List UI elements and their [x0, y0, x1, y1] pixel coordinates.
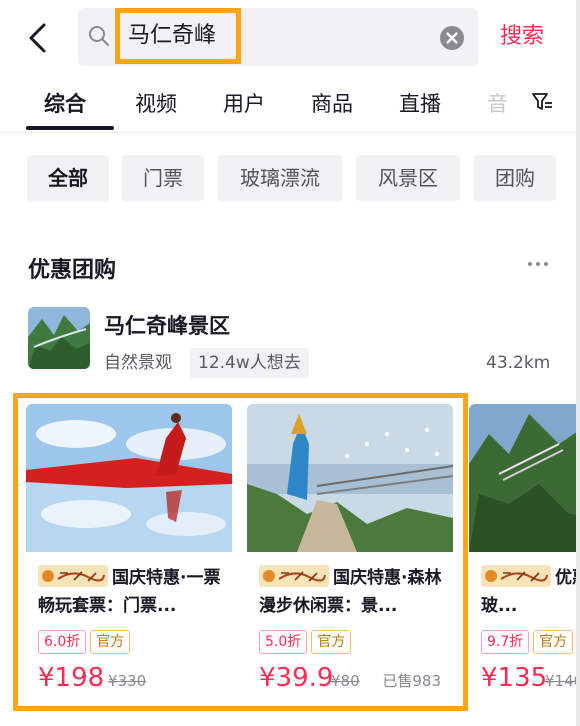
deal-card[interactable]: 优惠门票+双玻... 9.7折官方 ¥135 ¥140 [469, 404, 576, 700]
autumn-promo-badge [481, 565, 551, 587]
discount-tag: 9.7折 [481, 630, 530, 654]
chip-all[interactable]: 全部 [27, 155, 109, 201]
scenic-thumbnail[interactable] [28, 307, 90, 369]
more-icon[interactable] [527, 260, 549, 268]
filter-icon[interactable] [531, 92, 553, 112]
chip-scenic-area[interactable]: 风景区 [356, 155, 460, 201]
search-button[interactable]: 搜索 [500, 22, 544, 52]
section-title: 优惠团购 [28, 258, 117, 283]
tab-products[interactable]: 商品 [311, 90, 353, 118]
cards-highlight-box [13, 393, 468, 711]
scenic-distance: 43.2km [486, 353, 551, 373]
scrollbar[interactable] [576, 0, 580, 726]
chip-tickets[interactable]: 门票 [122, 155, 204, 201]
tab-live[interactable]: 直播 [399, 90, 441, 118]
deal-tags: 9.7折 官方 [481, 630, 576, 654]
tab-comprehensive[interactable]: 综合 [44, 90, 86, 118]
deal-image [469, 404, 576, 552]
active-tab-indicator [26, 126, 114, 130]
tab-videos[interactable]: 视频 [135, 90, 177, 118]
result-tabs: 综合 视频 用户 商品 直播 音 [0, 80, 576, 132]
chip-glass-rafting[interactable]: 玻璃漂流 [218, 155, 342, 201]
scenic-category: 自然景观 [104, 353, 172, 373]
search-icon [89, 26, 109, 46]
search-results-screen: 马仁奇峰 搜索 综合 视频 用户 商品 直播 音 全部 门票 玻璃漂流 风景区 … [0, 0, 576, 726]
clear-icon[interactable] [439, 25, 465, 51]
deal-original-price: ¥140 [545, 672, 576, 690]
chip-group-buy[interactable]: 团购 [474, 155, 556, 201]
scenic-want-count: 12.4w人想去 [190, 348, 309, 378]
deal-price: ¥135 [481, 663, 548, 693]
deal-title-row: 优惠门票+双玻... [481, 564, 576, 620]
back-arrow-icon[interactable] [26, 22, 50, 54]
tab-music[interactable]: 音 [487, 90, 508, 118]
search-query-text: 马仁奇峰 [128, 23, 217, 48]
scenic-name[interactable]: 马仁奇峰景区 [104, 312, 230, 340]
official-tag: 官方 [533, 630, 574, 654]
tab-users[interactable]: 用户 [223, 90, 265, 118]
tabs-divider [0, 132, 576, 133]
